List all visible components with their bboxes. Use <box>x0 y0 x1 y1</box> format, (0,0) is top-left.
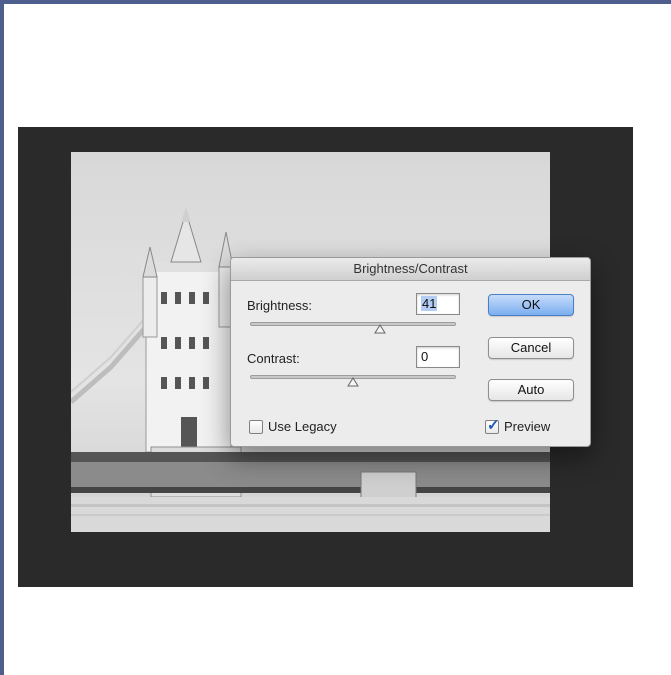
preview-label: Preview <box>504 419 551 434</box>
checkmark-icon: ✓ <box>487 417 500 434</box>
cancel-button[interactable]: Cancel <box>488 337 574 359</box>
brightness-contrast-dialog: Brightness/Contrast Brightness: 41 Contr… <box>230 257 591 447</box>
ok-button[interactable]: OK <box>488 294 574 316</box>
use-legacy-checkbox[interactable] <box>249 420 263 434</box>
brightness-slider-track[interactable] <box>250 322 456 326</box>
brightness-slider-thumb-icon[interactable] <box>374 324 386 334</box>
preview-checkbox[interactable]: ✓ <box>485 417 500 434</box>
dialog-title[interactable]: Brightness/Contrast <box>231 258 590 281</box>
brightness-label: Brightness: <box>247 298 313 313</box>
contrast-input[interactable]: 0 <box>416 346 460 368</box>
use-legacy-label: Use Legacy <box>268 419 337 434</box>
brightness-input[interactable]: 41 <box>416 293 460 315</box>
auto-button[interactable]: Auto <box>488 379 574 401</box>
brightness-value: 41 <box>421 296 438 311</box>
contrast-slider-thumb-icon[interactable] <box>347 377 359 387</box>
contrast-label: Contrast: <box>247 351 300 366</box>
